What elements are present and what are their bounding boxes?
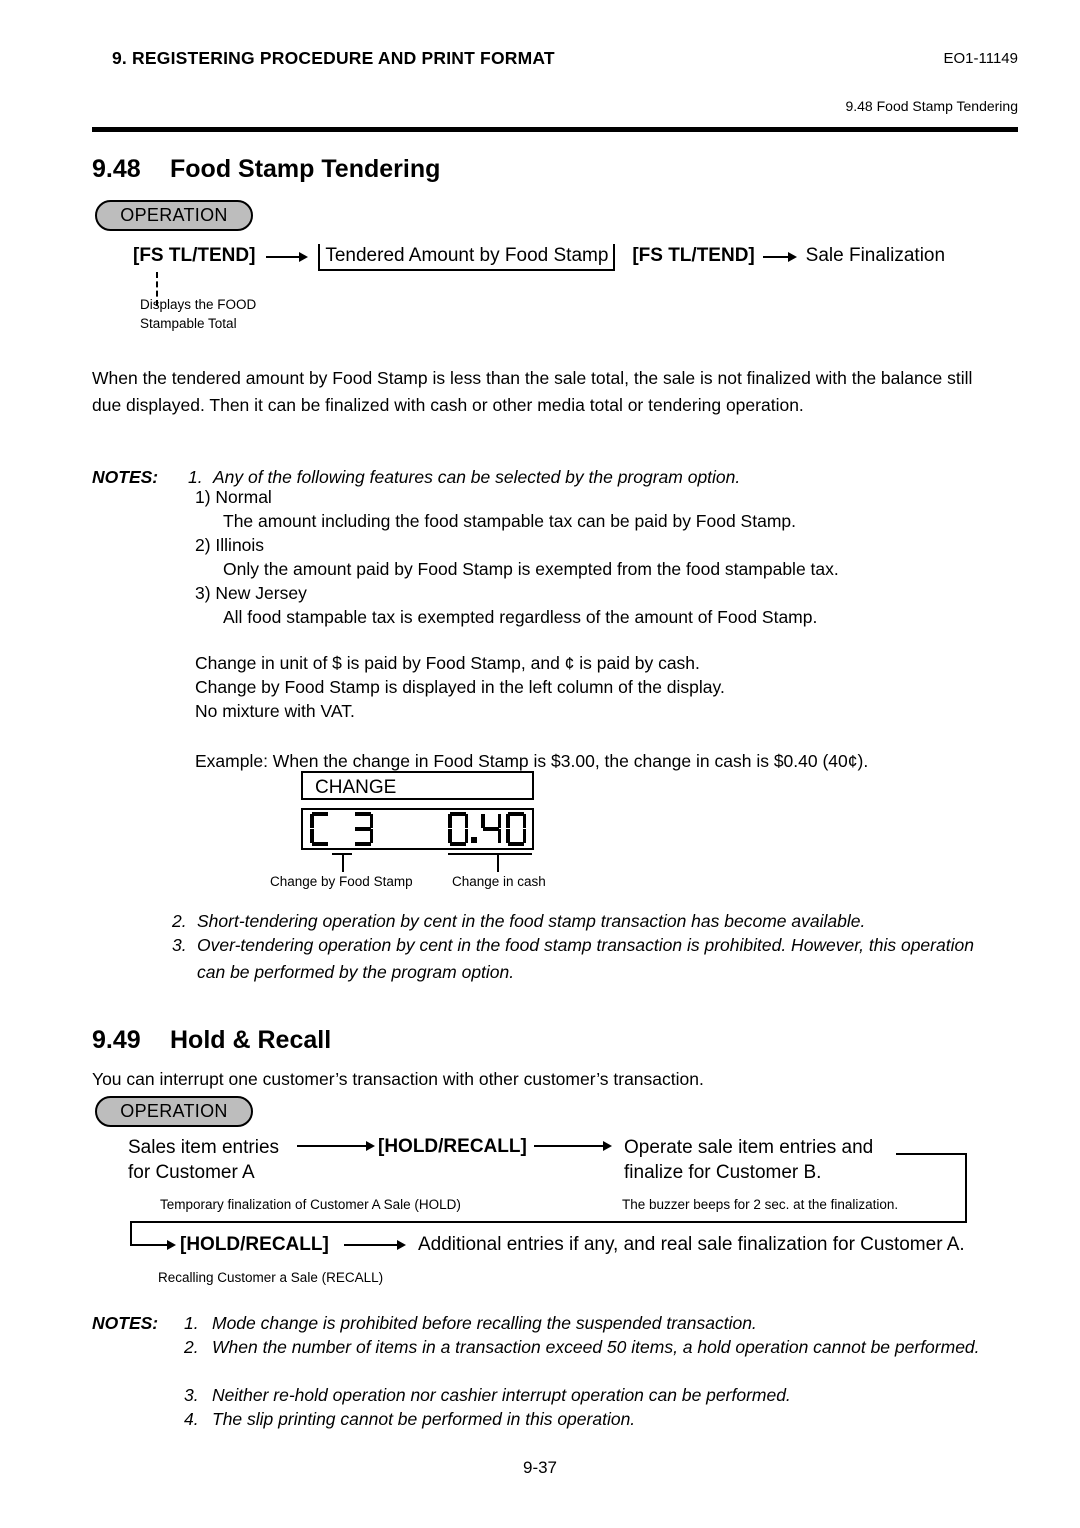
note-949-2-text: When the number of items in a transactio…: [212, 1337, 980, 1357]
flow-948-result: Sale Finalization: [805, 245, 946, 266]
notes-label-949: NOTES:: [92, 1313, 159, 1333]
page-number: 9-37: [522, 1458, 558, 1477]
flow-949-step2-line2: finalize for Customer B.: [624, 1162, 822, 1183]
arrow-right-icon: [265, 251, 308, 262]
callout-line-1: Displays the FOOD: [140, 297, 257, 312]
section-948-intro: When the tendered amount by Food Stamp i…: [92, 368, 973, 415]
flow-948-callout: Displays the FOOD Stampable Total: [140, 295, 256, 333]
change-rule-1: Change in unit of $ is paid by Food Stam…: [195, 653, 700, 673]
seg-char-4: [481, 812, 501, 846]
flow-949-step1-line1: Sales item entries: [128, 1137, 280, 1158]
section-949-number: 9.49: [92, 1026, 141, 1054]
section-948-number: 9.48: [92, 155, 141, 183]
note-949-1-text: Mode change is prohibited before recalli…: [212, 1313, 757, 1333]
note-949-4-number: 4.: [184, 1409, 199, 1429]
section-949-title: Hold & Recall: [170, 1026, 332, 1054]
flow-949-caption3: Recalling Customer a Sale (RECALL): [158, 1270, 384, 1285]
leader-line-right: [497, 853, 499, 872]
display-left-caption: Change by Food Stamp: [270, 874, 413, 889]
option-label-3: 3) New Jersey: [195, 583, 307, 603]
flow-948-key2: [FS TL/TEND]: [632, 245, 755, 266]
note-948-3-number: 3.: [172, 935, 187, 955]
connector-bottom-h: [130, 1221, 967, 1223]
arrow-right-icon: [763, 251, 798, 262]
flow-949-key2: [HOLD/RECALL]: [180, 1234, 329, 1255]
operation-badge-949: OPERATION: [95, 1096, 253, 1127]
flow-949-step1: Sales item entries for Customer A: [128, 1135, 279, 1185]
seg-char-3: [353, 812, 373, 846]
flow-949-step2: Operate sale item entries and finalize f…: [624, 1135, 873, 1185]
operation-badge-948: OPERATION: [95, 200, 253, 231]
flow-948-field: Tendered Amount by Food Stamp: [318, 244, 616, 271]
display-left-value: [310, 812, 378, 846]
flow-949-step3: Additional entries if any, and real sale…: [418, 1234, 965, 1255]
flow-948-key1: [FS TL/TEND]: [133, 245, 256, 266]
flow-949-key1: [HOLD/RECALL]: [378, 1136, 527, 1157]
section-949-heading: 9.49 Hold & Recall: [92, 1026, 331, 1055]
arrow-right-icon: [344, 1240, 406, 1250]
display-right-value: [448, 812, 531, 846]
note-949-3-text: Neither re-hold operation nor cashier in…: [212, 1385, 791, 1405]
section-949-intro: You can interrupt one customer’s transac…: [92, 1069, 704, 1089]
option-label-1: 1) Normal: [195, 487, 272, 507]
leader-line-left: [342, 853, 344, 872]
option-desc-1: The amount including the food stampable …: [223, 511, 796, 531]
document-code: EO1-11149: [943, 50, 1019, 67]
option-desc-3: All food stampable tax is exempted regar…: [223, 607, 818, 627]
flow-949-step2-line1: Operate sale item entries and: [624, 1137, 874, 1158]
chapter-title: 9. REGISTERING PROCEDURE AND PRINT FORMA…: [112, 48, 555, 68]
display-top-label: CHANGE: [315, 777, 397, 798]
seg-char-0: [448, 812, 468, 846]
section-948-heading: 9.48 Food Stamp Tendering: [92, 155, 440, 184]
flow-949-step1-line2: for Customer A: [128, 1162, 255, 1183]
document-page: 9. REGISTERING PROCEDURE AND PRINT FORMA…: [0, 0, 1080, 1528]
note-949-2-number: 2.: [184, 1337, 199, 1357]
change-rule-2: Change by Food Stamp is displayed in the…: [195, 677, 725, 697]
change-rule-3: No mixture with VAT.: [195, 701, 355, 721]
running-head: 9.48 Food Stamp Tendering: [845, 98, 1018, 114]
display-label-box: CHANGE: [301, 771, 534, 800]
seg-decimal-point: [471, 837, 477, 843]
connector-top-h: [896, 1153, 967, 1155]
note-949-3-number: 3.: [184, 1385, 199, 1405]
option-label-2: 2) Illinois: [195, 535, 265, 555]
leader-tick-right: [448, 853, 532, 855]
arrow-right-icon: [534, 1141, 612, 1151]
arrow-right-icon: [130, 1240, 176, 1250]
note-949-1-number: 1.: [184, 1313, 199, 1333]
header-divider: [92, 127, 1018, 132]
connector-right-v: [965, 1153, 967, 1222]
note-949-4-text: The slip printing cannot be performed in…: [212, 1409, 636, 1429]
seg-char-0b: [506, 812, 526, 846]
note-948-2-number: 2.: [172, 911, 187, 931]
arrow-right-icon: [297, 1141, 375, 1151]
display-right-caption: Change in cash: [452, 874, 546, 889]
seg-char-C: [310, 812, 330, 846]
option-desc-2: Only the amount paid by Food Stamp is ex…: [223, 559, 839, 579]
note-948-2-text: Short-tendering operation by cent in the…: [197, 911, 866, 931]
note-948-1-text: Any of the following features can be sel…: [213, 467, 741, 487]
note-948-3-text: Over-tendering operation by cent in the …: [197, 935, 974, 982]
flow-949-caption1: Temporary finalization of Customer A Sal…: [160, 1197, 461, 1212]
flow-949-caption2: The buzzer beeps for 2 sec. at the final…: [622, 1197, 899, 1212]
callout-line-2: Stampable Total: [140, 316, 237, 331]
flow-948: [FS TL/TEND] Tendered Amount by Food Sta…: [133, 244, 945, 271]
section-948-title: Food Stamp Tendering: [170, 155, 441, 183]
notes-label-948: NOTES:: [92, 467, 159, 487]
